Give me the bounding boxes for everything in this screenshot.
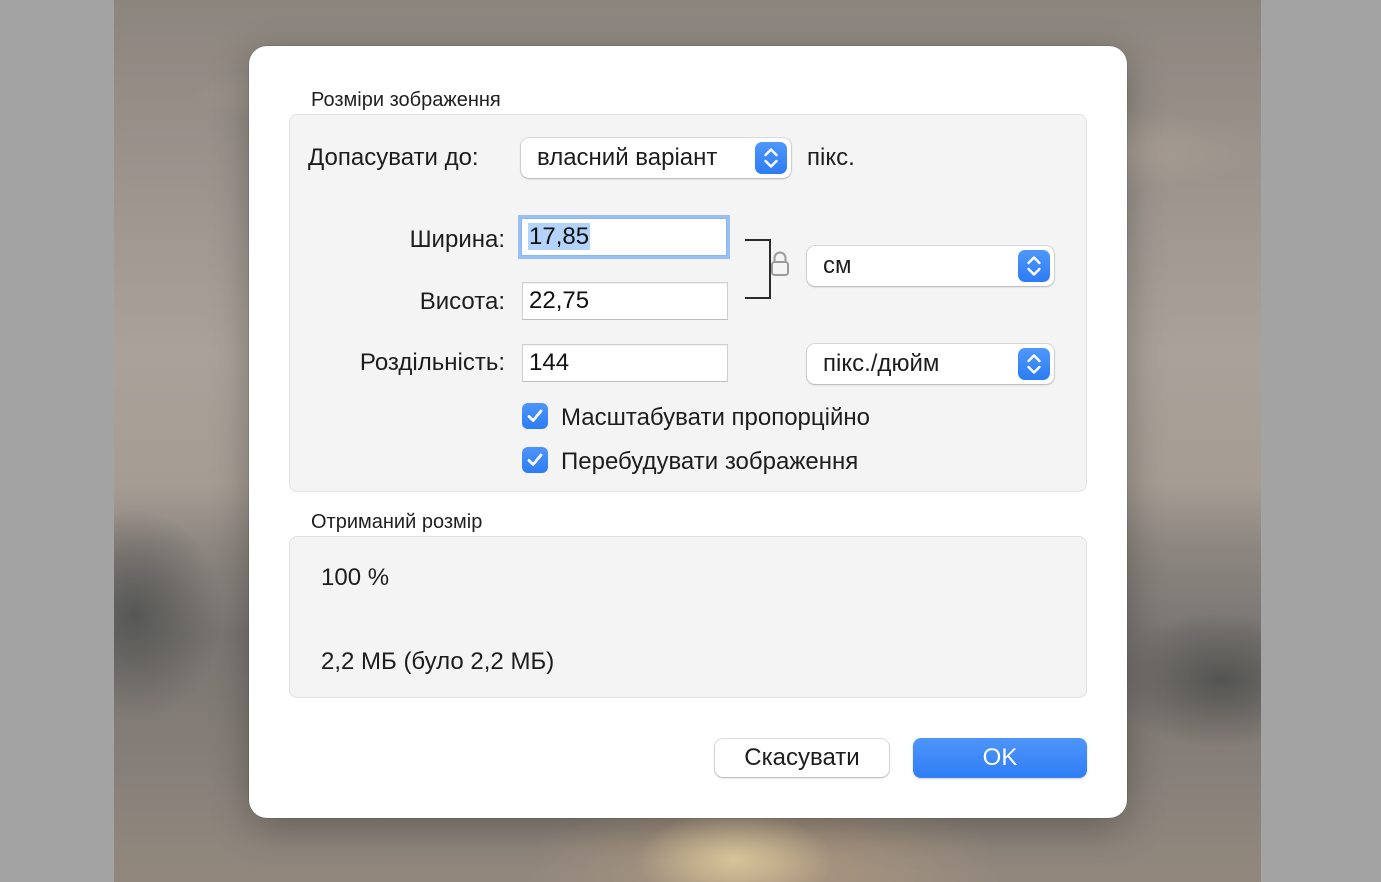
resolution-value: 144: [529, 349, 570, 376]
scale-proportionally-label[interactable]: Масштабувати пропорційно: [561, 404, 870, 432]
width-field[interactable]: 17,85: [521, 218, 727, 256]
checkmark-icon: [527, 409, 543, 422]
width-label: Ширина:: [409, 226, 505, 253]
up-down-chevron-icon: [1018, 348, 1050, 380]
fit-into-popup[interactable]: власний варіант: [521, 138, 791, 178]
scale-proportionally-checkbox[interactable]: [522, 403, 548, 429]
resolution-unit-value: пікс./дюйм: [823, 350, 940, 377]
lock-icon[interactable]: [769, 250, 791, 283]
resolution-label: Роздільність:: [359, 349, 505, 376]
checkmark-icon: [527, 453, 543, 466]
image-dimensions-title: Розміри зображення: [311, 89, 501, 111]
width-value: 17,85: [528, 223, 591, 250]
resample-checkbox[interactable]: [522, 447, 548, 473]
adjust-size-dialog: Розміри зображення Допасувати до: власни…: [249, 46, 1127, 818]
fit-into-label: Допасувати до:: [308, 144, 479, 171]
resulting-file-size: 2,2 МБ (було 2,2 МБ): [321, 648, 555, 675]
resulting-size-title: Отриманий розмір: [311, 511, 483, 533]
cancel-button[interactable]: Скасувати: [715, 739, 889, 777]
resolution-field[interactable]: 144: [522, 344, 728, 382]
height-value: 22,75: [529, 287, 590, 314]
fit-into-unit-label: пікс.: [807, 144, 855, 171]
background-trees-left: [114, 495, 254, 735]
up-down-chevron-icon: [1018, 250, 1050, 282]
up-down-chevron-icon: [755, 142, 787, 174]
height-field[interactable]: 22,75: [522, 282, 728, 320]
fit-into-value: власний варіант: [537, 144, 718, 171]
resolution-unit-popup[interactable]: пікс./дюйм: [807, 344, 1054, 384]
resulting-percent: 100 %: [321, 564, 390, 591]
height-label: Висота:: [419, 288, 505, 315]
size-unit-popup[interactable]: см: [807, 246, 1054, 286]
size-unit-value: см: [823, 252, 852, 279]
constrain-bracket: [745, 239, 771, 299]
resample-label[interactable]: Перебудувати зображення: [561, 448, 858, 476]
ok-button[interactable]: OK: [913, 738, 1087, 778]
